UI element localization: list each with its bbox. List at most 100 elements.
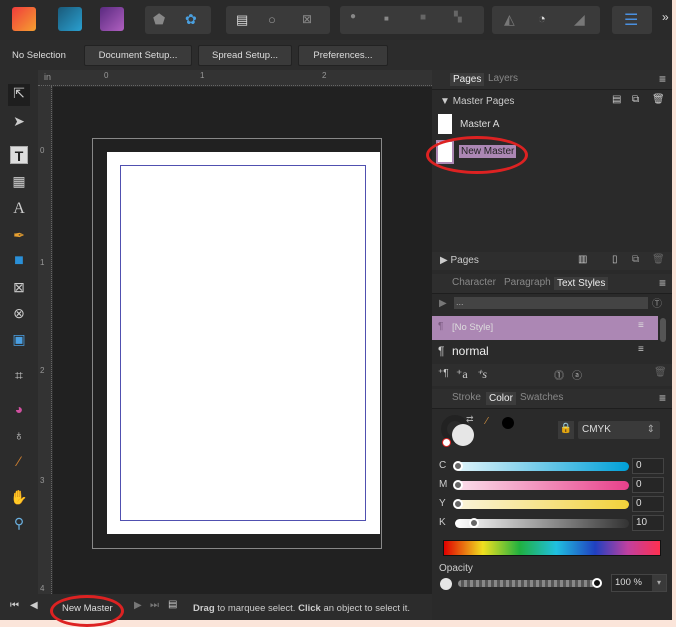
- vertical-ruler[interactable]: 0 1 2 3 4: [38, 86, 52, 594]
- front-icon[interactable]: ■: [420, 12, 426, 23]
- circle-icon[interactable]: ○: [268, 12, 276, 27]
- new-character-style-icon[interactable]: ⁺a: [456, 367, 468, 382]
- magenta-slider[interactable]: [453, 480, 629, 490]
- photo-persona-icon[interactable]: [100, 7, 124, 31]
- pages-icon[interactable]: ▤: [168, 599, 177, 610]
- rotate-icon[interactable]: ◔: [538, 11, 546, 26]
- skew-icon[interactable]: ◢: [574, 11, 585, 28]
- scrollbar[interactable]: [660, 318, 666, 342]
- dropdown-icon[interactable]: ▾: [652, 575, 666, 591]
- style-filter-input[interactable]: ...: [454, 297, 648, 309]
- zoom-icon[interactable]: ⚲: [10, 514, 28, 532]
- flip-icon[interactable]: ◭: [504, 11, 515, 28]
- panel-menu-icon[interactable]: ≡: [659, 276, 666, 290]
- apply-character-icon[interactable]: ⓐ: [572, 367, 582, 382]
- overflow-button[interactable]: »: [662, 10, 669, 24]
- duplicate-master-icon[interactable]: ⧉: [632, 94, 639, 105]
- master-pages-section[interactable]: ▼ Master Pages: [440, 96, 514, 107]
- add-page-icon[interactable]: ▯: [612, 254, 618, 265]
- table-tool-icon[interactable]: ▦: [10, 172, 28, 190]
- pages-section-toggle[interactable]: ▶ Pages: [440, 255, 479, 266]
- tab-swatches[interactable]: Swatches: [520, 392, 563, 403]
- master-item-label[interactable]: Master A: [460, 119, 499, 130]
- color-spectrum[interactable]: [443, 540, 661, 556]
- no-fill-icon[interactable]: [442, 438, 451, 447]
- delete-page-icon[interactable]: 🗑: [652, 254, 665, 265]
- delete-master-icon[interactable]: 🗑: [652, 94, 665, 105]
- black-value-input[interactable]: 10: [632, 515, 664, 531]
- page-icon[interactable]: ▤: [236, 12, 248, 28]
- pin-icon[interactable]: ●: [350, 11, 356, 22]
- frame-text-tool-icon[interactable]: T: [10, 146, 28, 164]
- slider-knob[interactable]: [453, 499, 463, 509]
- tab-pages[interactable]: Pages: [450, 73, 485, 86]
- preferences-button[interactable]: Preferences...: [298, 45, 388, 66]
- fill-tool-icon[interactable]: ◕: [10, 400, 28, 418]
- slider-knob[interactable]: [453, 480, 463, 490]
- magenta-value-input[interactable]: 0: [632, 477, 664, 493]
- new-group-style-icon[interactable]: ⁺s: [476, 367, 487, 382]
- slider-knob[interactable]: [453, 461, 463, 471]
- picture-frame-ellipse-icon[interactable]: ⊗: [10, 304, 28, 322]
- delete-style-icon[interactable]: 🗑: [654, 367, 667, 378]
- panel-menu-icon[interactable]: ≡: [659, 72, 666, 86]
- last-page-icon[interactable]: ⏭: [150, 600, 159, 611]
- color-model-select[interactable]: CMYK ⇕: [578, 421, 660, 439]
- first-page-icon[interactable]: ⏮: [10, 600, 19, 611]
- artistic-text-tool-icon[interactable]: A: [10, 200, 28, 218]
- tab-character[interactable]: Character: [452, 277, 496, 288]
- master-thumbnail[interactable]: [438, 114, 452, 134]
- small-square-icon[interactable]: ■: [384, 14, 389, 23]
- pen-tool-icon[interactable]: ✒: [10, 226, 28, 244]
- transparency-tool-icon[interactable]: ♁: [10, 426, 28, 444]
- lock-icon[interactable]: 🔒: [558, 421, 574, 439]
- slider-knob[interactable]: [592, 578, 602, 588]
- duplicate-page-icon[interactable]: ⧉: [632, 254, 639, 265]
- opacity-slider[interactable]: [458, 578, 602, 588]
- swap-icon[interactable]: ⇄: [466, 414, 474, 425]
- assistant-icon[interactable]: ✿: [185, 11, 197, 28]
- canvas[interactable]: [53, 87, 432, 594]
- yellow-value-input[interactable]: 0: [632, 496, 664, 512]
- back-icon[interactable]: ▚: [454, 12, 462, 23]
- tab-layers[interactable]: Layers: [488, 73, 518, 84]
- move-tool-icon[interactable]: ⇱: [8, 84, 30, 106]
- crop-tool-icon[interactable]: ⌗: [10, 366, 28, 384]
- black-slider[interactable]: [455, 518, 629, 528]
- picked-color-swatch[interactable]: [502, 417, 514, 429]
- picture-frame-rect-icon[interactable]: ⊠: [10, 278, 28, 296]
- add-master-icon[interactable]: ▤: [612, 94, 621, 105]
- style-row-selected[interactable]: ¶ [No Style] ≡: [432, 316, 658, 340]
- designer-persona-icon[interactable]: [58, 7, 82, 31]
- apply-paragraph-icon[interactable]: ⓵: [554, 367, 564, 382]
- cyan-slider[interactable]: [453, 461, 629, 471]
- eyedropper-icon[interactable]: ⁄: [486, 416, 488, 427]
- preflight-icon[interactable]: ⬟: [153, 11, 165, 28]
- fill-swatch[interactable]: [452, 424, 474, 446]
- new-paragraph-style-icon[interactable]: ⁺¶: [438, 368, 449, 379]
- text-icon[interactable]: Ⓣ: [652, 295, 662, 310]
- node-tool-icon[interactable]: ➤: [10, 112, 28, 130]
- slider-knob[interactable]: [469, 518, 479, 528]
- tab-paragraph[interactable]: Paragraph: [504, 277, 551, 288]
- rectangle-tool-icon[interactable]: ■: [10, 252, 28, 270]
- color-picker-icon[interactable]: ⁄: [10, 452, 28, 470]
- opacity-input[interactable]: 100 % ▾: [611, 574, 667, 592]
- prev-page-icon[interactable]: ◀: [30, 600, 38, 611]
- panel-menu-icon[interactable]: ≡: [659, 391, 666, 405]
- next-page-icon[interactable]: ▶: [134, 600, 142, 611]
- style-menu-icon[interactable]: ≡: [638, 344, 644, 355]
- expand-icon[interactable]: ▶: [439, 298, 447, 309]
- hand-icon[interactable]: ✋: [10, 488, 28, 506]
- cyan-value-input[interactable]: 0: [632, 458, 664, 474]
- style-menu-icon[interactable]: ≡: [638, 320, 644, 331]
- box-icon[interactable]: ⊠: [302, 12, 312, 26]
- tab-text-styles[interactable]: Text Styles: [554, 277, 609, 290]
- horizontal-ruler[interactable]: in 0 1 2: [38, 70, 432, 86]
- page[interactable]: [107, 152, 380, 534]
- style-name[interactable]: normal: [452, 344, 489, 358]
- tab-color[interactable]: Color: [486, 392, 516, 405]
- spread-setup-button[interactable]: Spread Setup...: [198, 45, 292, 66]
- lines-icon[interactable]: ☰: [624, 10, 638, 30]
- tab-stroke[interactable]: Stroke: [452, 392, 481, 403]
